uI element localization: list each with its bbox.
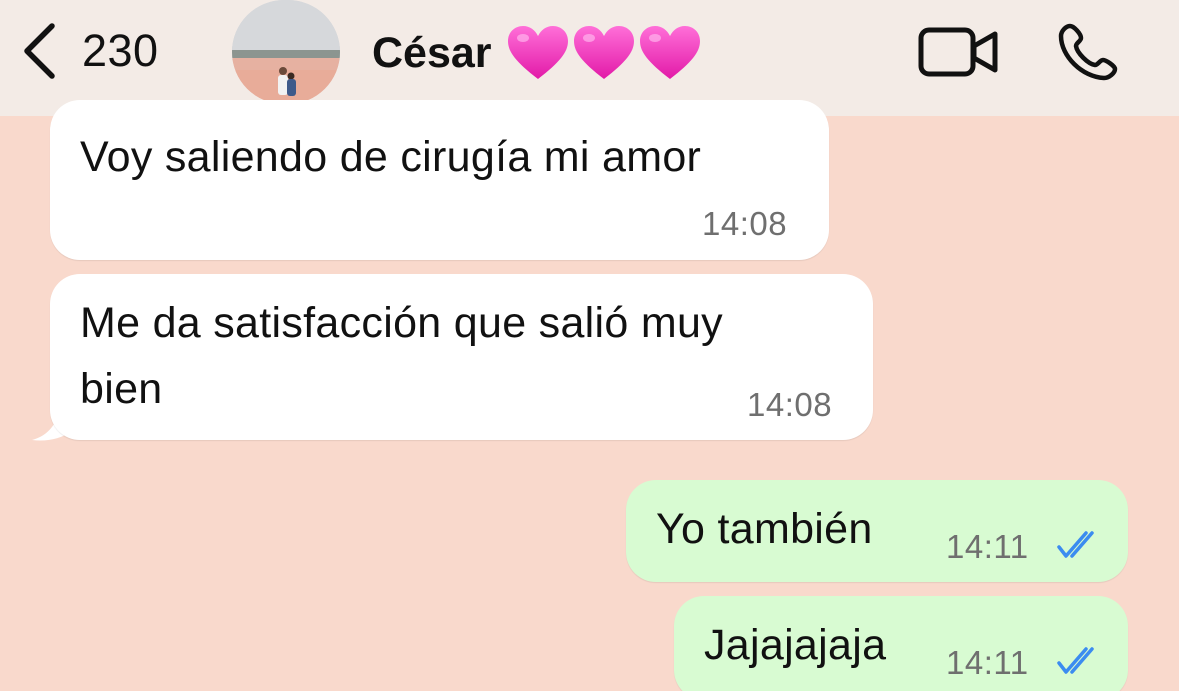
- chat-screen: 230 César Voy saliendo de cirugía mi amo…: [0, 0, 1179, 691]
- pink-heart-icon: [573, 26, 634, 79]
- incoming-message[interactable]: Voy saliendo de cirugía mi amor 14:08: [50, 100, 829, 260]
- video-call-button[interactable]: [918, 26, 1000, 83]
- avatar[interactable]: [232, 0, 340, 104]
- phone-icon: [1058, 23, 1118, 81]
- message-time: 14:08: [702, 205, 788, 242]
- contact-name[interactable]: César: [372, 24, 702, 82]
- message-time: 14:08: [747, 386, 833, 423]
- pink-heart-icon: [507, 26, 568, 79]
- message-text-line: Me da satisfacción que salió muy: [80, 299, 723, 347]
- read-ticks-icon: [1057, 647, 1094, 674]
- chevron-left-icon: [22, 23, 56, 79]
- contact-name-text: César: [372, 28, 492, 77]
- incoming-message[interactable]: Me da satisfacción que salió muy bien 14…: [50, 274, 873, 440]
- voice-call-button[interactable]: [1056, 22, 1120, 87]
- outgoing-message[interactable]: Yo también 14:11: [626, 480, 1128, 582]
- message-time: 14:11: [946, 528, 1029, 565]
- message-text: Voy saliendo de cirugía mi amor: [80, 133, 702, 181]
- message-text: Yo también: [656, 505, 873, 553]
- back-button[interactable]: 230: [22, 20, 159, 82]
- unread-count: 230: [82, 25, 159, 76]
- read-ticks-icon: [1057, 531, 1094, 558]
- hearts-group: [506, 24, 702, 82]
- pink-heart-icon: [639, 26, 700, 79]
- chat-header: 230 César: [0, 0, 1179, 116]
- outgoing-message[interactable]: Jajajajaja 14:11: [674, 596, 1128, 691]
- message-text: Jajajajaja: [704, 621, 887, 669]
- video-camera-icon: [918, 27, 998, 77]
- message-time: 14:11: [946, 644, 1029, 681]
- message-text-line: bien: [80, 365, 163, 413]
